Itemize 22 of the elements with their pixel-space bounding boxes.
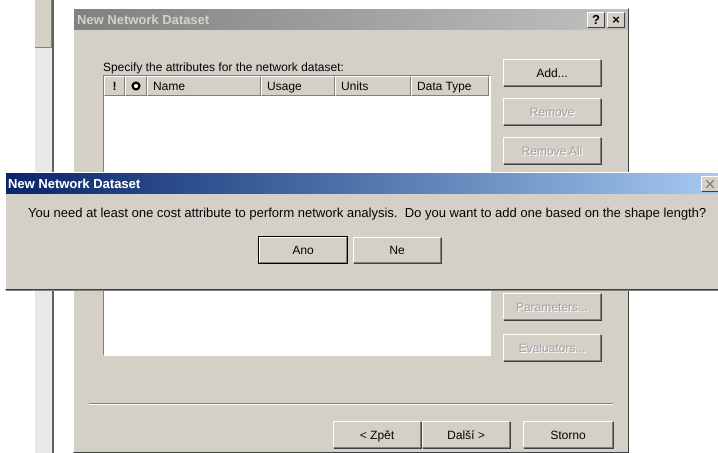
- nav-button[interactable]: < Zpět: [333, 421, 421, 448]
- scrollbar-thumb[interactable]: [35, 0, 52, 48]
- dialog-button[interactable]: Ne: [353, 236, 441, 262]
- nav-button[interactable]: Další >: [422, 421, 510, 448]
- column-header[interactable]: !: [104, 76, 125, 96]
- column-header[interactable]: [125, 76, 147, 96]
- column-header[interactable]: Usage: [261, 76, 335, 96]
- close-button[interactable]: ×: [607, 12, 625, 28]
- close-icon: [706, 180, 714, 188]
- circle-icon: [131, 81, 141, 91]
- column-header[interactable]: Data Type: [411, 76, 489, 96]
- dialog-button[interactable]: Ano: [259, 236, 347, 262]
- help-button[interactable]: ?: [587, 12, 605, 28]
- column-header[interactable]: Units: [335, 76, 411, 96]
- message-text: You need at least one cost attribute to perform network analysis. Do you want to add one based on the shape length?: [27, 204, 708, 222]
- instruction-text: Specify the attributes for the network dataset:: [103, 59, 345, 74]
- cancel-button[interactable]: Storno: [523, 421, 613, 448]
- window-title: New Network Dataset: [77, 10, 210, 29]
- close-button[interactable]: [701, 176, 718, 192]
- column-header[interactable]: Name: [147, 76, 261, 96]
- side-button[interactable]: Add...: [503, 59, 601, 86]
- dialog-title: New Network Dataset: [8, 174, 140, 193]
